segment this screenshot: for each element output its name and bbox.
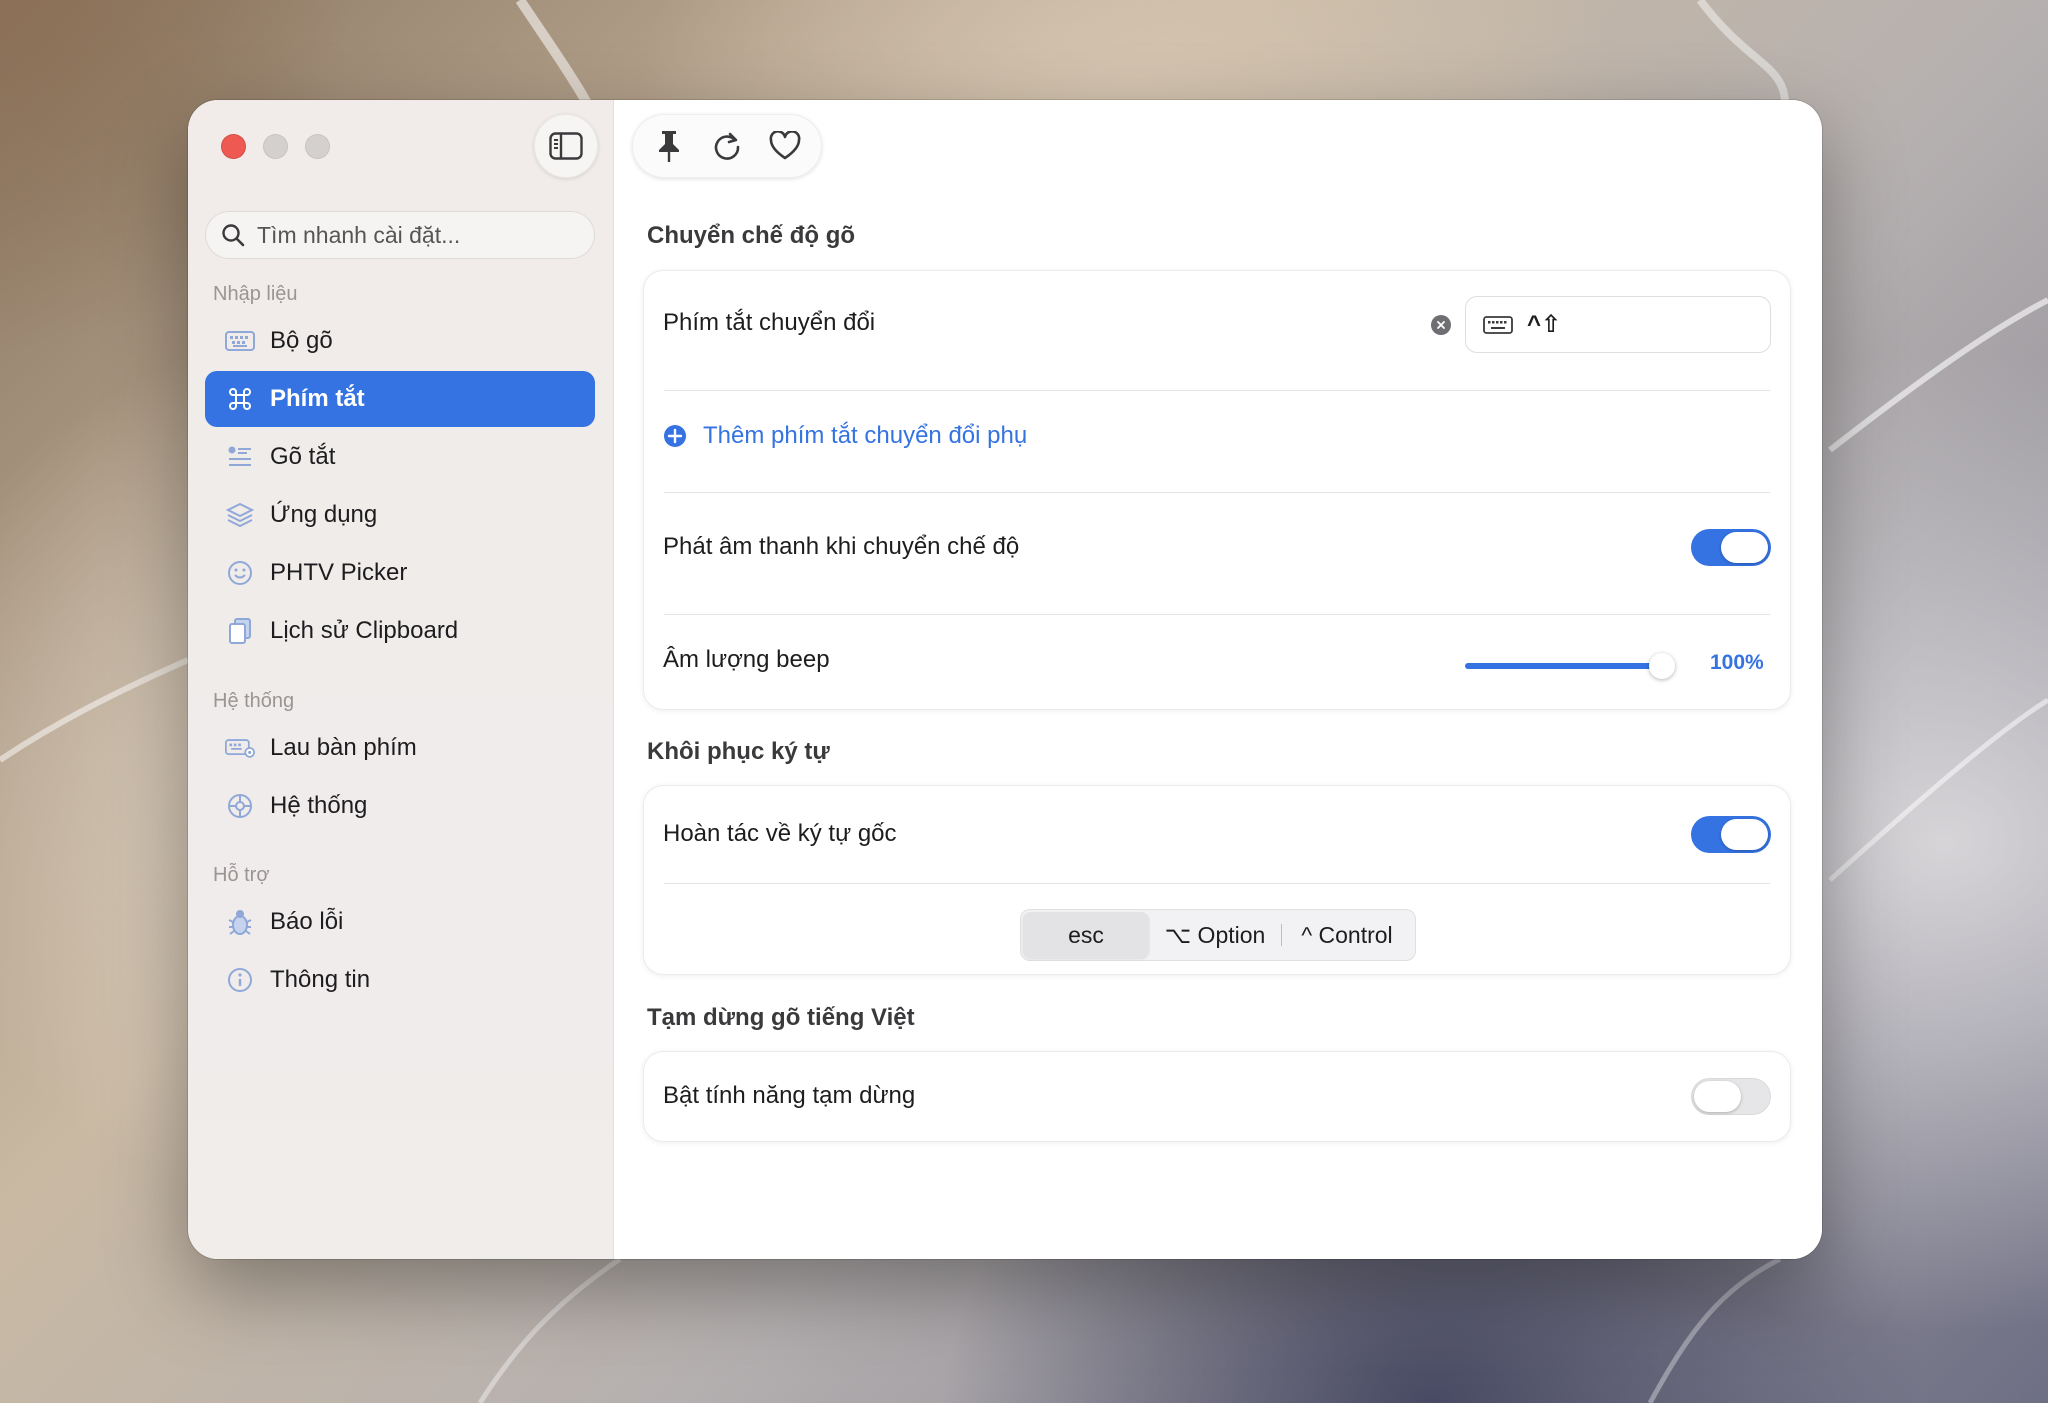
keyboard-clean-icon bbox=[225, 733, 255, 763]
refresh-icon bbox=[714, 132, 740, 160]
add-secondary-shortcut-button[interactable]: Thêm phím tắt chuyển đổi phụ bbox=[663, 406, 1771, 466]
shortcut-label: Phím tắt chuyển đổi bbox=[663, 309, 876, 336]
sidebar-item-shortcuts[interactable]: Phím tắt bbox=[205, 371, 595, 427]
info-icon bbox=[225, 965, 255, 995]
beep-volume-label: Âm lượng beep bbox=[663, 646, 830, 673]
undo-row: Hoàn tác về ký tự gốc bbox=[663, 799, 1771, 869]
minimize-window-button[interactable] bbox=[263, 134, 288, 159]
sidebar-item-label: Gõ tắt bbox=[270, 443, 336, 470]
pause-card: Bật tính năng tạm dừng bbox=[643, 1051, 1791, 1142]
sidebar-item-label: Hệ thống bbox=[270, 792, 368, 819]
clear-shortcut-button[interactable] bbox=[1431, 315, 1451, 335]
beep-volume-fill bbox=[1465, 663, 1662, 669]
sidebar-item-label: PHTV Picker bbox=[270, 559, 408, 586]
bug-icon bbox=[225, 907, 255, 937]
sidebar-item-input-method[interactable]: Bộ gõ bbox=[205, 313, 595, 369]
close-icon bbox=[1437, 321, 1445, 329]
plus-circle-icon bbox=[664, 425, 686, 447]
key-control-option[interactable]: ^ Control bbox=[1282, 912, 1412, 958]
divider bbox=[664, 883, 1770, 884]
sidebar-item-label: Ứng dụng bbox=[270, 501, 378, 528]
undo-label: Hoàn tác về ký tự gốc bbox=[663, 820, 897, 847]
close-window-button[interactable] bbox=[221, 134, 246, 159]
sidebar-toggle-button[interactable] bbox=[534, 114, 598, 178]
play-sound-row: Phát âm thanh khi chuyển chế độ bbox=[663, 512, 1771, 582]
content-pane: Chuyển chế độ gõ Phím tắt chuyển đổi ^⇧ … bbox=[614, 100, 1822, 1259]
beep-volume-value: 100% bbox=[1710, 651, 1764, 674]
pin-button[interactable] bbox=[645, 122, 693, 170]
smiley-icon bbox=[225, 558, 255, 588]
sidebar: Nhập liệu Bộ gõ Phím tắt Gõ tắt Ứn bbox=[188, 100, 614, 1259]
refresh-button[interactable] bbox=[703, 122, 751, 170]
shortcut-recorder[interactable]: ^⇧ bbox=[1465, 296, 1771, 353]
group-title-restore: Khôi phục ký tự bbox=[647, 738, 830, 765]
sidebar-item-system[interactable]: Hệ thống bbox=[205, 778, 595, 834]
keyboard-icon bbox=[1483, 315, 1513, 334]
sidebar-item-label: Lau bàn phím bbox=[270, 734, 417, 761]
beep-volume-row: Âm lượng beep bbox=[663, 630, 1771, 690]
sidebar-item-about[interactable]: Thông tin bbox=[205, 952, 595, 1008]
sidebar-icon bbox=[549, 132, 583, 160]
restore-key-selector[interactable]: esc ⌥ Option ^ Control bbox=[1020, 909, 1416, 961]
sidebar-item-label: Bộ gõ bbox=[270, 327, 333, 354]
search-icon bbox=[222, 224, 245, 247]
play-sound-label: Phát âm thanh khi chuyển chế độ bbox=[663, 533, 1020, 560]
section-label-support: Hỗ trợ bbox=[213, 864, 270, 886]
gear-icon bbox=[225, 791, 255, 821]
divider bbox=[664, 492, 1770, 493]
sidebar-item-phtv-picker[interactable]: PHTV Picker bbox=[205, 545, 595, 601]
search-input[interactable] bbox=[255, 220, 579, 250]
switch-mode-card: Phím tắt chuyển đổi ^⇧ Thêm phím tắt chu… bbox=[643, 270, 1791, 710]
beep-volume-slider[interactable] bbox=[1465, 653, 1675, 679]
sidebar-item-report-bug[interactable]: Báo lỗi bbox=[205, 894, 595, 950]
group-title-switch-mode: Chuyển chế độ gõ bbox=[647, 222, 856, 249]
sidebar-item-label: Phím tắt bbox=[270, 385, 365, 412]
divider bbox=[664, 614, 1770, 615]
sidebar-item-label: Báo lỗi bbox=[270, 908, 344, 935]
toolbar bbox=[632, 114, 822, 178]
pause-row: Bật tính năng tạm dừng bbox=[663, 1061, 1771, 1131]
undo-toggle[interactable] bbox=[1691, 815, 1771, 853]
key-option-option[interactable]: ⌥ Option bbox=[1149, 912, 1281, 958]
command-icon bbox=[225, 384, 255, 414]
stack-icon bbox=[225, 500, 255, 530]
sidebar-item-clean-keyboard[interactable]: Lau bàn phím bbox=[205, 720, 595, 776]
sidebar-item-label: Lịch sử Clipboard bbox=[270, 617, 459, 644]
search-field[interactable] bbox=[205, 211, 595, 259]
section-label-input: Nhập liệu bbox=[213, 283, 298, 305]
settings-window: Nhập liệu Bộ gõ Phím tắt Gõ tắt Ứn bbox=[188, 100, 1822, 1259]
sidebar-item-text-shortcuts[interactable]: Gõ tắt bbox=[205, 429, 595, 485]
sidebar-item-label: Thông tin bbox=[270, 966, 371, 993]
heart-icon bbox=[769, 131, 801, 160]
sidebar-item-clipboard-history[interactable]: Lịch sử Clipboard bbox=[205, 603, 595, 659]
sidebar-item-applications[interactable]: Ứng dụng bbox=[205, 487, 595, 543]
key-esc-option[interactable]: esc bbox=[1023, 912, 1149, 958]
divider bbox=[664, 390, 1770, 391]
group-title-pause: Tạm dừng gõ tiếng Việt bbox=[647, 1004, 915, 1031]
play-sound-toggle[interactable] bbox=[1691, 528, 1771, 566]
section-label-system: Hệ thống bbox=[213, 690, 295, 712]
window-controls bbox=[221, 134, 330, 159]
clipboard-icon bbox=[225, 616, 255, 646]
pause-label: Bật tính năng tạm dừng bbox=[663, 1082, 916, 1109]
favorite-button[interactable] bbox=[761, 122, 809, 170]
keyboard-icon bbox=[225, 326, 255, 356]
shortcut-value: ^⇧ bbox=[1527, 311, 1562, 338]
zoom-window-button[interactable] bbox=[305, 134, 330, 159]
pause-toggle[interactable] bbox=[1691, 1077, 1771, 1115]
text-list-icon bbox=[225, 442, 255, 472]
restore-card: Hoàn tác về ký tự gốc esc ⌥ Option ^ Con… bbox=[643, 785, 1791, 975]
pin-icon bbox=[659, 131, 679, 162]
add-secondary-shortcut-label: Thêm phím tắt chuyển đổi phụ bbox=[703, 422, 1028, 449]
beep-volume-thumb[interactable] bbox=[1649, 653, 1675, 679]
